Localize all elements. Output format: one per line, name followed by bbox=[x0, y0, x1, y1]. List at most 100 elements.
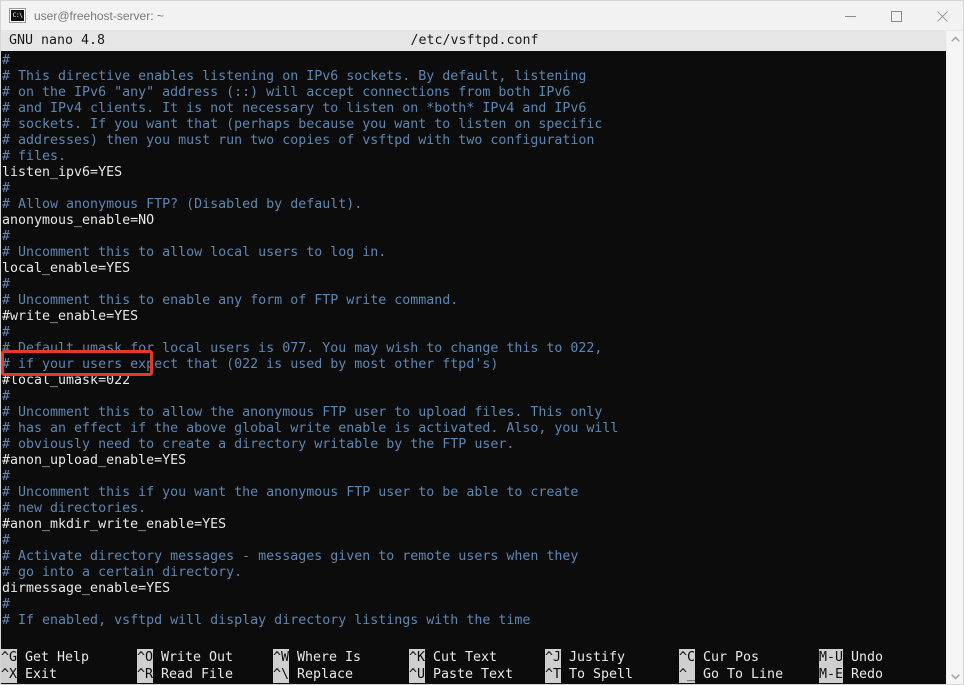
close-button[interactable] bbox=[919, 1, 963, 31]
bottom-shortcut-key: ^_ bbox=[679, 666, 696, 683]
console-icon: C:\ bbox=[9, 8, 26, 23]
editor-line: # files. bbox=[2, 149, 67, 164]
bottom-shortcut[interactable]: M-E Redo bbox=[819, 666, 929, 683]
terminal-window: C:\ user@freehost-server: ~ GNU nano 4.8… bbox=[0, 0, 964, 685]
top-shortcut-label: Write Out bbox=[161, 650, 234, 665]
editor-line: # and IPv4 clients. It is not necessary … bbox=[2, 101, 587, 116]
bottom-shortcut-key: ^X bbox=[1, 666, 18, 683]
editor-line: #write_enable=YES bbox=[2, 309, 139, 324]
nano-shortcut-bar: ^G Get Help ^X Exit ^O Write Out ^R Read File ^W… bbox=[1, 647, 948, 684]
bottom-shortcut-key: ^U bbox=[409, 666, 426, 683]
window-titlebar[interactable]: C:\ user@freehost-server: ~ bbox=[1, 1, 963, 31]
editor-line: # bbox=[2, 325, 11, 340]
editor-line: # Uncomment this if you want the anonymo… bbox=[2, 485, 579, 500]
chevron-down-icon[interactable] bbox=[947, 668, 963, 684]
nano-filename: /etc/vsftpd.conf bbox=[410, 33, 539, 48]
editor-line: #anon_upload_enable=YES bbox=[2, 453, 187, 468]
top-shortcut-label: Justify bbox=[569, 650, 626, 665]
bottom-shortcut-label: Exit bbox=[25, 667, 58, 682]
top-shortcut[interactable]: ^W Where Is bbox=[273, 649, 403, 666]
bottom-shortcut-key: ^T bbox=[545, 666, 562, 683]
chevron-up-icon[interactable] bbox=[947, 31, 963, 48]
editor-line: # Uncomment this to enable any form of F… bbox=[2, 293, 459, 308]
top-shortcut[interactable]: ^O Write Out bbox=[137, 649, 267, 666]
editor-line: # go into a certain directory. bbox=[2, 565, 243, 580]
bottom-shortcut-key: M-E bbox=[819, 666, 844, 683]
vertical-scrollbar[interactable] bbox=[946, 31, 963, 684]
editor-line: # If enabled, vsftpd will display direct… bbox=[2, 613, 531, 628]
top-shortcut-label: Where Is bbox=[297, 650, 362, 665]
top-shortcut-key: M-U bbox=[819, 649, 844, 666]
shortcut-group: ^J Justify ^T To Spell bbox=[539, 647, 673, 684]
editor-line: # bbox=[2, 229, 11, 244]
minimize-button[interactable] bbox=[827, 1, 873, 31]
top-shortcut-key: ^C bbox=[679, 649, 696, 666]
editor-line: #anon_mkdir_write_enable=YES bbox=[2, 517, 227, 532]
bottom-shortcut-key: ^\ bbox=[273, 666, 290, 683]
bottom-shortcut[interactable]: ^_ Go To Line bbox=[679, 666, 813, 683]
top-shortcut-label: Cut Text bbox=[433, 650, 498, 665]
editor-line: # bbox=[2, 469, 11, 484]
nano-titlebar: GNU nano 4.8 /etc/vsftpd.conf bbox=[1, 31, 948, 51]
editor-line: # sockets. If you want that (perhaps bec… bbox=[2, 117, 603, 132]
bottom-shortcut-label: Redo bbox=[851, 667, 884, 682]
shortcut-group: ^K Cut Text ^U Paste Text bbox=[403, 647, 539, 684]
shortcut-group: M-U Undo M-E Redo bbox=[813, 647, 929, 684]
editor-line: # bbox=[2, 597, 11, 612]
bottom-shortcut-label: Paste Text bbox=[433, 667, 514, 682]
top-shortcut[interactable]: ^C Cur Pos bbox=[679, 649, 813, 666]
bottom-shortcut-label: To Spell bbox=[569, 667, 634, 682]
editor-line: listen_ipv6=YES bbox=[2, 165, 123, 180]
editor-line: anonymous_enable=NO bbox=[2, 213, 155, 228]
window-title: user@freehost-server: ~ bbox=[34, 8, 164, 23]
editor-line: # bbox=[2, 53, 11, 68]
editor-line: # bbox=[2, 533, 11, 548]
top-shortcut[interactable]: ^K Cut Text bbox=[409, 649, 539, 666]
top-shortcut-label: Cur Pos bbox=[703, 650, 760, 665]
editor-line: # if your users expect that (022 is used… bbox=[2, 357, 499, 372]
editor-line: # bbox=[2, 389, 11, 404]
editor-line: # Default umask for local users is 077. … bbox=[2, 341, 603, 356]
shortcut-group: ^C Cur Pos ^_ Go To Line bbox=[673, 647, 813, 684]
editor-line: # Activate directory messages - messages… bbox=[2, 549, 579, 564]
editor-line: # Allow anonymous FTP? (Disabled by defa… bbox=[2, 197, 363, 212]
top-shortcut-key: ^O bbox=[137, 649, 154, 666]
editor-line: # bbox=[2, 277, 11, 292]
editor-line: #local_umask=022 bbox=[2, 373, 131, 388]
window-controls bbox=[827, 1, 963, 31]
bottom-shortcut-label: Go To Line bbox=[703, 667, 784, 682]
top-shortcut-key: ^K bbox=[409, 649, 426, 666]
terminal-body[interactable]: GNU nano 4.8 /etc/vsftpd.conf # # This di… bbox=[1, 31, 948, 684]
shortcut-group: ^G Get Help ^X Exit bbox=[1, 647, 131, 684]
editor-line: # This directive enables listening on IP… bbox=[2, 69, 587, 84]
editor-line: # bbox=[2, 181, 11, 196]
top-shortcut[interactable]: ^G Get Help bbox=[1, 649, 131, 666]
bottom-shortcut[interactable]: ^T To Spell bbox=[545, 666, 673, 683]
bottom-shortcut-label: Replace bbox=[297, 667, 354, 682]
top-shortcut[interactable]: M-U Undo bbox=[819, 649, 929, 666]
top-shortcut-key: ^J bbox=[545, 649, 562, 666]
editor-line: # has an effect if the above global writ… bbox=[2, 421, 619, 436]
editor-line: # Uncomment this to allow the anonymous … bbox=[2, 405, 603, 420]
top-shortcut-label: Undo bbox=[851, 650, 884, 665]
maximize-button[interactable] bbox=[873, 1, 919, 31]
bottom-shortcut-label: Read File bbox=[161, 667, 234, 682]
nano-editor-area[interactable]: # # This directive enables listening on I… bbox=[1, 51, 948, 645]
editor-line: # obviously need to create a directory w… bbox=[2, 437, 515, 452]
editor-line: dirmessage_enable=YES bbox=[2, 581, 171, 596]
editor-line: # on the IPv6 "any" address (::) will ac… bbox=[2, 85, 571, 100]
editor-line: # addresses) then you must run two copie… bbox=[2, 133, 595, 148]
top-shortcut-label: Get Help bbox=[25, 650, 90, 665]
bottom-shortcut[interactable]: ^R Read File bbox=[137, 666, 267, 683]
top-shortcut-key: ^G bbox=[1, 649, 18, 666]
bottom-shortcut[interactable]: ^U Paste Text bbox=[409, 666, 539, 683]
shortcut-group: ^O Write Out ^R Read File bbox=[131, 647, 267, 684]
bottom-shortcut[interactable]: ^\ Replace bbox=[273, 666, 403, 683]
top-shortcut-key: ^W bbox=[273, 649, 290, 666]
top-shortcut[interactable]: ^J Justify bbox=[545, 649, 673, 666]
bottom-shortcut-key: ^R bbox=[137, 666, 154, 683]
bottom-shortcut[interactable]: ^X Exit bbox=[1, 666, 131, 683]
editor-line: # Uncomment this to allow local users to… bbox=[2, 245, 387, 260]
shortcut-group: ^W Where Is ^\ Replace bbox=[267, 647, 403, 684]
editor-line: # new directories. bbox=[2, 501, 147, 516]
